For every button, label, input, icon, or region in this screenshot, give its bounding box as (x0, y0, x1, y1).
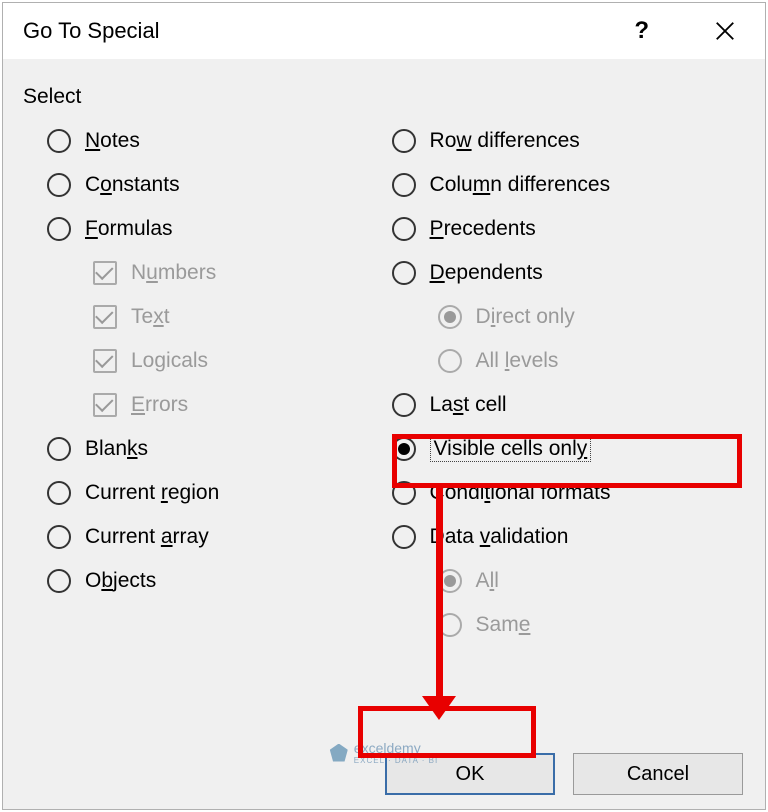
radio-icon (392, 261, 416, 285)
radio-icon (438, 613, 462, 637)
radio-icon (392, 481, 416, 505)
dialog-body: Select Notes Constants Formulas Numbers (3, 59, 765, 657)
option-row-differences[interactable]: Row differences (392, 119, 761, 163)
checkbox-text: Text (47, 295, 370, 339)
radio-icon (392, 437, 416, 461)
titlebar: Go To Special ? (3, 3, 765, 59)
option-data-validation[interactable]: Data validation (392, 515, 761, 559)
radio-icon (392, 525, 416, 549)
option-notes[interactable]: Notes (47, 119, 370, 163)
checkbox-errors: Errors (47, 383, 370, 427)
left-column: Notes Constants Formulas Numbers Text (23, 119, 370, 647)
option-same: Same (392, 603, 761, 647)
checkbox-logicals: Logicals (47, 339, 370, 383)
checkbox-icon (93, 349, 117, 373)
checkbox-icon (93, 305, 117, 329)
go-to-special-dialog: Go To Special ? Select Notes Constants (2, 2, 766, 810)
radio-icon (47, 437, 71, 461)
checkbox-icon (93, 393, 117, 417)
right-column: Row differences Column differences Prece… (386, 119, 761, 647)
radio-icon (47, 173, 71, 197)
watermark-logo-icon (330, 744, 348, 762)
checkbox-icon (93, 261, 117, 285)
option-conditional-formats[interactable]: Conditional formats (392, 471, 761, 515)
option-objects[interactable]: Objects (47, 559, 370, 603)
option-last-cell[interactable]: Last cell (392, 383, 761, 427)
radio-icon (438, 569, 462, 593)
ok-button[interactable]: OK (385, 753, 555, 795)
option-all: All (392, 559, 761, 603)
option-constants[interactable]: Constants (47, 163, 370, 207)
radio-icon (392, 173, 416, 197)
radio-icon (47, 525, 71, 549)
close-button[interactable] (693, 9, 757, 53)
cancel-button[interactable]: Cancel (573, 753, 743, 795)
options-columns: Notes Constants Formulas Numbers Text (23, 119, 745, 647)
radio-icon (438, 305, 462, 329)
option-precedents[interactable]: Precedents (392, 207, 761, 251)
radio-icon (392, 217, 416, 241)
select-group-label: Select (23, 85, 745, 109)
dialog-title: Go To Special (23, 18, 160, 44)
radio-icon (47, 217, 71, 241)
option-all-levels: All levels (392, 339, 761, 383)
option-formulas[interactable]: Formulas (47, 207, 370, 251)
radio-icon (47, 569, 71, 593)
radio-icon (392, 393, 416, 417)
radio-icon (47, 481, 71, 505)
option-dependents[interactable]: Dependents (392, 251, 761, 295)
radio-icon (47, 129, 71, 153)
radio-icon (392, 129, 416, 153)
dialog-buttons: OK Cancel (385, 753, 743, 795)
help-button[interactable]: ? (614, 13, 669, 49)
close-icon (714, 20, 736, 42)
option-direct-only: Direct only (392, 295, 761, 339)
option-visible-cells-only[interactable]: Visible cells only (392, 427, 761, 471)
option-current-array[interactable]: Current array (47, 515, 370, 559)
radio-icon (438, 349, 462, 373)
option-column-differences[interactable]: Column differences (392, 163, 761, 207)
option-blanks[interactable]: Blanks (47, 427, 370, 471)
checkbox-numbers: Numbers (47, 251, 370, 295)
option-current-region[interactable]: Current region (47, 471, 370, 515)
titlebar-controls: ? (614, 9, 757, 53)
